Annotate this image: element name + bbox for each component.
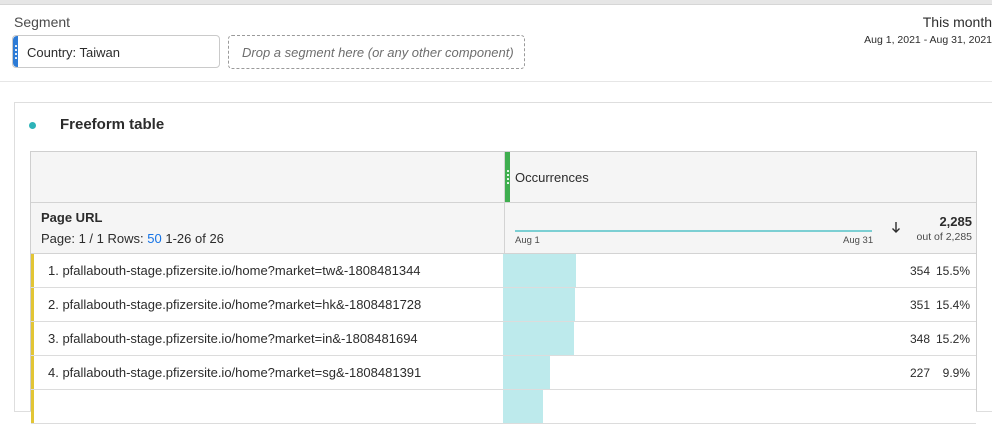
top-border — [0, 0, 992, 5]
panel-status-dot — [29, 122, 36, 129]
date-range-title[interactable]: This month — [923, 14, 992, 30]
metric-total: 2,285 — [939, 214, 972, 229]
row-label[interactable]: 2. pfallabouth-stage.pfizersite.io/home?… — [48, 297, 421, 312]
table-row[interactable]: 1. pfallabouth-stage.pfizersite.io/home?… — [31, 254, 976, 288]
metric-total-sub: out of 2,285 — [916, 231, 972, 243]
row-marker — [31, 288, 34, 321]
row-marker — [31, 322, 34, 355]
segment-chip-label: Country: Taiwan — [27, 45, 120, 60]
page-indicator: Page: 1 / 1 — [41, 231, 104, 246]
drag-handle-icon[interactable] — [505, 152, 510, 202]
sparkline-end-label: Aug 31 — [843, 235, 874, 246]
table-row[interactable]: 4. pfallabouth-stage.pfizersite.io/home?… — [31, 356, 976, 390]
segment-chip[interactable]: Country: Taiwan — [12, 35, 220, 68]
header-divider — [0, 81, 992, 82]
panel-title[interactable]: Freeform table — [60, 116, 164, 133]
table-row[interactable]: 3. pfallabouth-stage.pfizersite.io/home?… — [31, 322, 976, 356]
table-row[interactable] — [31, 390, 976, 424]
segment-label: Segment — [14, 14, 71, 30]
segment-drop-zone[interactable]: Drop a segment here (or any other compon… — [228, 35, 525, 69]
row-percent: 9.9% — [942, 366, 970, 380]
date-range-value[interactable]: Aug 1, 2021 - Aug 31, 2021 — [864, 34, 992, 46]
row-value: 351 — [909, 298, 930, 312]
row-bar — [503, 356, 550, 389]
table-row[interactable]: 2. pfallabouth-stage.pfizersite.io/home?… — [31, 288, 976, 322]
pagination: Page: 1 / 1 Rows: 50 1-26 of 26 — [41, 231, 224, 246]
row-percent: 15.2% — [935, 332, 970, 346]
row-bar — [503, 288, 575, 321]
row-bar — [503, 254, 576, 287]
row-label[interactable]: 4. pfallabouth-stage.pfizersite.io/home?… — [48, 365, 421, 380]
row-percent: 15.4% — [935, 298, 970, 312]
rows-per-page-select[interactable]: 50 — [147, 231, 161, 246]
rows-label: Rows: — [107, 231, 144, 246]
dimension-header[interactable]: Page URL — [41, 210, 102, 225]
row-value: 354 — [909, 264, 930, 278]
row-marker — [31, 356, 34, 389]
arrow-down-icon[interactable] — [889, 220, 903, 236]
metric-header[interactable]: Occurrences — [515, 170, 589, 185]
row-bar — [503, 322, 574, 355]
row-label[interactable]: 3. pfallabouth-stage.pfizersite.io/home?… — [48, 331, 418, 346]
row-value: 348 — [909, 332, 930, 346]
sparkline — [515, 230, 872, 232]
row-marker — [31, 390, 34, 423]
row-range: 1-26 of 26 — [165, 231, 224, 246]
row-value: 227 — [909, 366, 930, 380]
sparkline-start-label: Aug 1 — [515, 235, 540, 246]
row-label[interactable]: 1. pfallabouth-stage.pfizersite.io/home?… — [48, 263, 421, 278]
row-bar — [503, 390, 543, 423]
drag-handle-icon[interactable] — [13, 36, 18, 67]
row-percent: 15.5% — [935, 264, 970, 278]
row-marker — [31, 254, 34, 287]
